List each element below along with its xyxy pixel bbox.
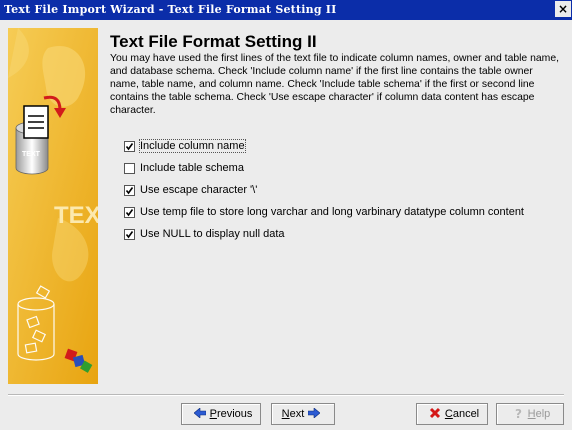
arrow-right-icon [308,406,321,421]
include-table-schema-checkbox[interactable] [124,162,135,174]
arrow-left-icon [193,406,206,421]
help-question-icon: ? [514,407,524,422]
help-label: elp [535,408,551,420]
checkmark-icon [125,230,134,238]
next-mnemonic: N [281,408,290,420]
checkmark-icon [125,186,134,194]
next-button[interactable]: Next [271,403,335,425]
cancel-label: ancel [452,408,480,420]
previous-label: revious [216,408,253,420]
previous-mnemonic: P [209,408,217,420]
window-title: Text File Import Wizard - Text File Form… [4,3,337,16]
page-description: You may have used the first lines of the… [110,53,559,116]
banner-text-small: TEXT [22,151,41,158]
page-title: Text File Format Setting II [110,32,317,51]
use-escape-character-label: Use escape character '\' [140,184,258,196]
help-button[interactable]: ? Help [496,403,564,425]
title-bar[interactable]: Text File Import Wizard - Text File Form… [0,0,572,20]
include-table-schema-option[interactable]: Include table schema [124,160,244,176]
use-null-checkbox[interactable] [124,228,135,240]
include-column-name-label: Include column name [139,139,246,153]
previous-button[interactable]: Previous [181,403,261,425]
wizard-side-image: TEXT TEXT [8,28,98,384]
footer-separator [8,394,564,396]
use-null-label: Use NULL to display null data [140,228,285,240]
help-mnemonic: H [527,408,536,420]
use-temp-file-label: Use temp file to store long varchar and … [140,206,524,218]
wizard-window: Text File Import Wizard - Text File Form… [0,0,572,430]
next-label: ext [289,408,305,420]
close-button[interactable]: × [555,1,571,17]
checkmark-icon [125,208,134,216]
banner-text-large: TEXT [54,202,98,229]
include-column-name-checkbox[interactable] [124,140,135,152]
checkmark-icon [125,142,134,150]
use-escape-character-option[interactable]: Use escape character '\' [124,182,257,198]
use-escape-character-checkbox[interactable] [124,184,135,196]
include-column-name-option[interactable]: Include column name [124,138,246,154]
use-temp-file-option[interactable]: Use temp file to store long varchar and … [124,204,524,220]
side-banner-illustration: TEXT TEXT [8,28,98,384]
cancel-mnemonic: C [444,408,453,420]
cancel-x-icon [429,407,441,422]
include-table-schema-label: Include table schema [140,162,244,174]
svg-text:?: ? [515,407,522,419]
use-temp-file-checkbox[interactable] [124,206,135,218]
use-null-option[interactable]: Use NULL to display null data [124,226,285,242]
cancel-button[interactable]: Cancel [416,403,488,425]
main-content-panel: Text File Format Setting II You may have… [100,28,565,384]
